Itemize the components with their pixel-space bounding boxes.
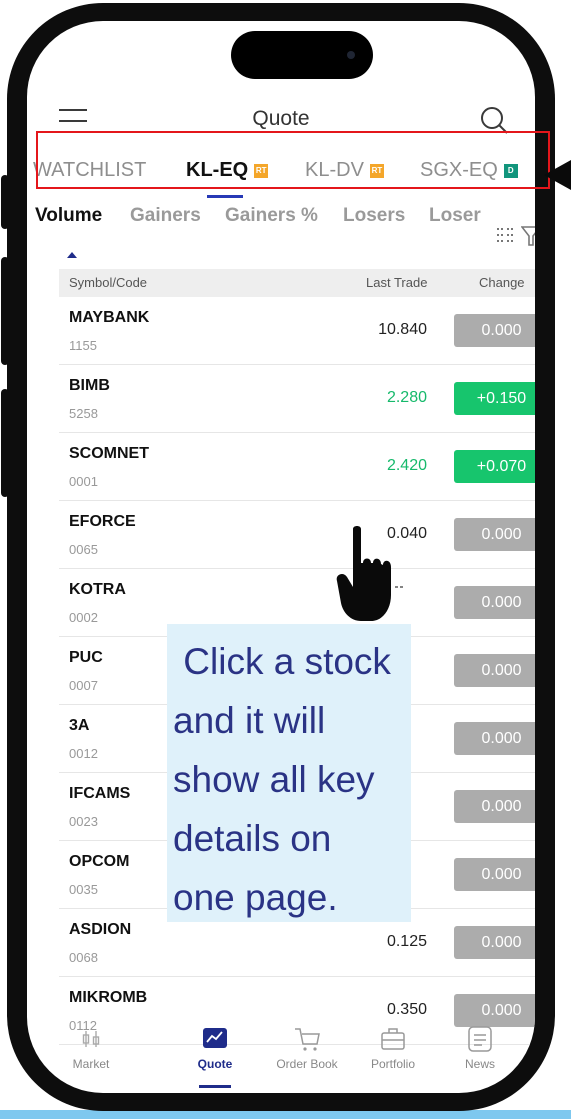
stock-code: 0035 [69,882,98,897]
change-badge: 0.000 [454,314,535,347]
stock-name: OPCOM [69,853,130,870]
last-trade-value: 0.350 [386,1001,427,1018]
nav-label: Quote [197,1057,233,1071]
stock-name: IFCAMS [69,785,131,802]
nav-label: Order Book [276,1057,338,1071]
stock-name: KOTRA [69,581,126,598]
stock-code: 0023 [69,814,98,829]
portfolio-icon [381,1028,405,1050]
table-row[interactable]: EFORCE 0065 0.040 0.000 [59,501,535,569]
column-header-symbol: Symbol/Code [69,275,148,290]
stock-name: 3A [69,717,90,734]
column-header-last-trade: Last Trade [366,275,428,290]
sort-tab-gainers-percent[interactable]: Gainers % [225,205,318,227]
side-button-volume-up [1,257,9,365]
instruction-callout: Click a stock and it will show all key d… [167,624,411,922]
page-title: Quote [252,107,310,130]
change-badge: 0.000 [454,926,535,959]
change-badge: 0.000 [454,858,535,891]
stock-code: 0007 [69,678,98,693]
stock-code: 5258 [69,406,98,421]
column-header-change: Change [479,275,525,290]
nav-label: News [464,1057,495,1071]
stock-name: MIKROMB [69,989,148,1006]
stock-name: SCOMNET [69,445,149,462]
stock-code: 0002 [69,610,98,625]
stock-name: BIMB [69,377,110,394]
last-trade-value: 2.420 [386,457,427,474]
sort-caret-icon [67,252,77,258]
bottom-color-strip [0,1110,571,1119]
callout-line: Click a stock [173,641,391,682]
sort-tabs: Volume Gainers Gainers % Losers Loser [27,205,535,239]
table-header: Symbol/Code Last Trade Change [59,269,535,297]
stock-code: 1155 [69,338,97,353]
change-badge: 0.000 [454,586,535,619]
arrow-pointer-icon [544,160,571,190]
nav-portfolio[interactable]: Portfolio [353,1025,433,1071]
callout-line: details on [173,818,332,859]
stock-name: PUC [69,649,103,666]
last-trade-value: 10.840 [378,321,427,338]
stock-code: 0012 [69,746,98,761]
active-nav-indicator [199,1085,231,1088]
side-button-volume-down [1,389,9,497]
nav-quote[interactable]: Quote [175,1025,255,1071]
tabs-highlight-box [36,131,550,189]
news-icon [468,1026,492,1052]
table-row[interactable]: BIMB 5258 2.280 +0.150 [59,365,535,433]
last-trade-value: 0.125 [386,933,427,950]
sort-tab-gainers[interactable]: Gainers [130,205,201,227]
change-badge: +0.150 [454,382,535,415]
chart-icon [203,1028,227,1048]
pointing-hand-icon [336,526,403,621]
table-row[interactable]: SCOMNET 0001 2.420 +0.070 [59,433,535,501]
sort-tab-losers[interactable]: Losers [343,205,405,227]
bottom-navigation: Market Quote Order Book Portfolio News [27,1021,535,1093]
stock-code: 0065 [69,542,98,557]
nav-order-book[interactable]: Order Book [267,1025,347,1071]
change-badge: 0.000 [454,518,535,551]
sort-tab-volume[interactable]: Volume [35,205,102,227]
stock-name: EFORCE [69,513,136,530]
last-trade-value: 2.280 [386,389,427,406]
stock-name: ASDION [69,921,132,938]
nav-label: Portfolio [370,1057,416,1071]
nav-market[interactable]: Market [51,1025,131,1071]
table-row[interactable]: MAYBANK 1155 10.840 0.000 [59,297,535,365]
market-icon [82,1031,100,1047]
sort-tab-loser[interactable]: Loser [429,205,481,227]
change-badge: 0.000 [454,790,535,823]
nav-label: Market [72,1057,110,1071]
nav-news[interactable]: News [440,1025,520,1071]
callout-line: one page. [173,877,338,918]
callout-line: show all key [173,759,375,800]
grid-view-icon[interactable] [495,225,515,245]
hamburger-menu-icon[interactable] [59,109,87,133]
stock-code: 0001 [69,474,98,489]
dynamic-island [231,31,373,79]
stock-name: MAYBANK [69,309,150,326]
change-badge: 0.000 [454,722,535,755]
stock-code: 0068 [69,950,98,965]
side-button-action [1,175,9,229]
filter-icon[interactable] [521,225,535,247]
active-tab-indicator [207,195,243,198]
change-badge: +0.070 [454,450,535,483]
change-badge: 0.000 [454,654,535,687]
cart-icon [295,1028,320,1051]
callout-line: and it will [173,700,326,741]
